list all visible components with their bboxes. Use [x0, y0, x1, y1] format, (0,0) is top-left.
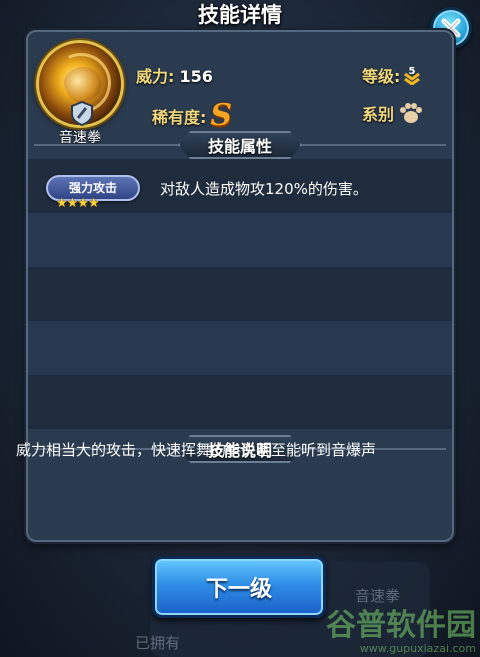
power-label: 威力: — [136, 67, 175, 86]
attributes-header: 技能属性 — [28, 131, 452, 159]
attribute-row: 强力攻击 ★★★★ 对敌人造成物攻120%的伤害。 — [28, 159, 452, 213]
attributes-header-label: 技能属性 — [207, 137, 272, 156]
paw-icon — [400, 103, 423, 123]
background-owned-label: 已拥有 — [135, 634, 181, 652]
attribute-row-empty — [28, 321, 452, 375]
watermark-text: 谷普软件园 — [326, 608, 476, 643]
attribute-list: 强力攻击 ★★★★ 对敌人造成物攻120%的伤害。 — [28, 159, 452, 429]
next-level-button[interactable]: 下一级 — [152, 556, 326, 618]
level-value: 5 — [409, 66, 416, 77]
skill-detail-panel: 音速拳 威力: 156 等级: 5 稀有度: S 系别 技能属性 强力攻击 ★★… — [26, 30, 454, 542]
dialog-title: 技能详情 — [198, 3, 282, 27]
attribute-stars: ★★★★ — [56, 196, 100, 211]
attribute-description: 对敌人造成物攻120%的伤害。 — [160, 180, 368, 198]
rarity-grade: S — [210, 98, 233, 133]
series-stat: 系别 — [362, 101, 424, 125]
watermark-url: www.gupuxiazai.com — [359, 642, 476, 655]
next-level-button-label: 下一级 — [205, 577, 272, 602]
attribute-row-empty — [28, 375, 452, 429]
skill-description-text: 威力相当大的攻击，快速挥舞的拳头甚至能听到音爆声 — [16, 441, 377, 459]
sword-icon — [71, 100, 93, 126]
rarity-label: 稀有度: — [152, 108, 207, 127]
level-stat: 等级: 5 — [362, 63, 422, 87]
attribute-row-empty — [28, 213, 452, 267]
power-value: 156 — [179, 67, 213, 86]
power-stat: 威力: 156 — [136, 63, 213, 87]
level-chevron-icon: 5 — [404, 66, 421, 85]
attribute-row-empty — [28, 267, 452, 321]
series-label: 系别 — [362, 105, 395, 124]
watermark: 谷普软件园 www.gupuxiazai.com — [326, 608, 476, 656]
level-label: 等级: — [362, 67, 401, 86]
rarity-stat: 稀有度: S — [152, 101, 232, 131]
background-skill-label: 音速拳 — [355, 587, 401, 605]
